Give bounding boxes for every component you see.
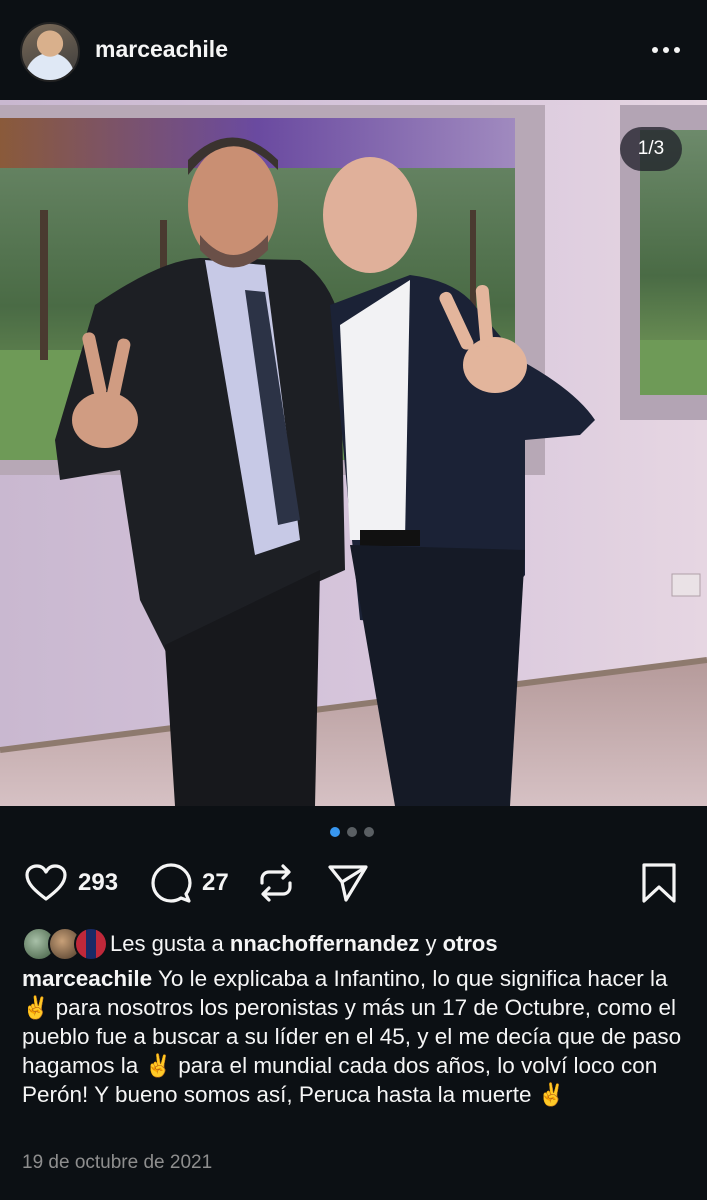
post-photo[interactable]: [0, 100, 707, 806]
save-button[interactable]: [640, 855, 678, 911]
bookmark-icon: [642, 863, 676, 903]
carousel-indicator: [330, 827, 380, 839]
carousel-dot: [347, 827, 357, 837]
liked-by-text: Les gusta a nnachoffernandez y otros: [110, 931, 498, 957]
victory-hand-emoji: ✌️: [22, 995, 50, 1020]
liked-by-user[interactable]: nnachoffernandez: [230, 931, 419, 956]
share-icon: [328, 865, 368, 902]
post-caption: marceachile Yo le explicaba a Infantino,…: [22, 964, 692, 1109]
comments-count[interactable]: 27: [202, 869, 229, 897]
liked-by-others[interactable]: otros: [443, 931, 498, 956]
like-button[interactable]: 293: [24, 855, 118, 911]
more-options-icon[interactable]: [646, 36, 686, 64]
liked-by-connector: y: [425, 931, 437, 956]
post-header: marceachile: [0, 0, 707, 100]
comment-icon: [151, 863, 192, 903]
repost-icon: [260, 864, 292, 902]
heart-icon: [25, 864, 67, 901]
post-date: 19 de octubre de 2021: [22, 1152, 213, 1173]
victory-hand-emoji: ✌️: [537, 1082, 566, 1107]
victory-hand-emoji: ✌️: [144, 1053, 172, 1078]
image-counter: 1/3: [620, 127, 682, 171]
likes-count[interactable]: 293: [78, 869, 118, 897]
repost-button[interactable]: [256, 855, 296, 911]
avatar[interactable]: [20, 22, 80, 82]
comment-button[interactable]: 27: [150, 855, 229, 911]
carousel-dot: [364, 827, 374, 837]
carousel-dot-active: [330, 827, 340, 837]
caption-username[interactable]: marceachile: [22, 966, 152, 991]
caption-text-1: Yo le explicaba a Infantino, lo que sign…: [157, 966, 668, 991]
action-bar: 293 27: [0, 855, 707, 915]
liked-by[interactable]: Les gusta a nnachoffernandez y otros: [22, 927, 702, 961]
liker-avatar: [74, 927, 108, 961]
share-button[interactable]: [326, 855, 370, 911]
post-username[interactable]: marceachile: [95, 36, 228, 63]
liked-by-prefix: Les gusta a: [110, 931, 224, 956]
